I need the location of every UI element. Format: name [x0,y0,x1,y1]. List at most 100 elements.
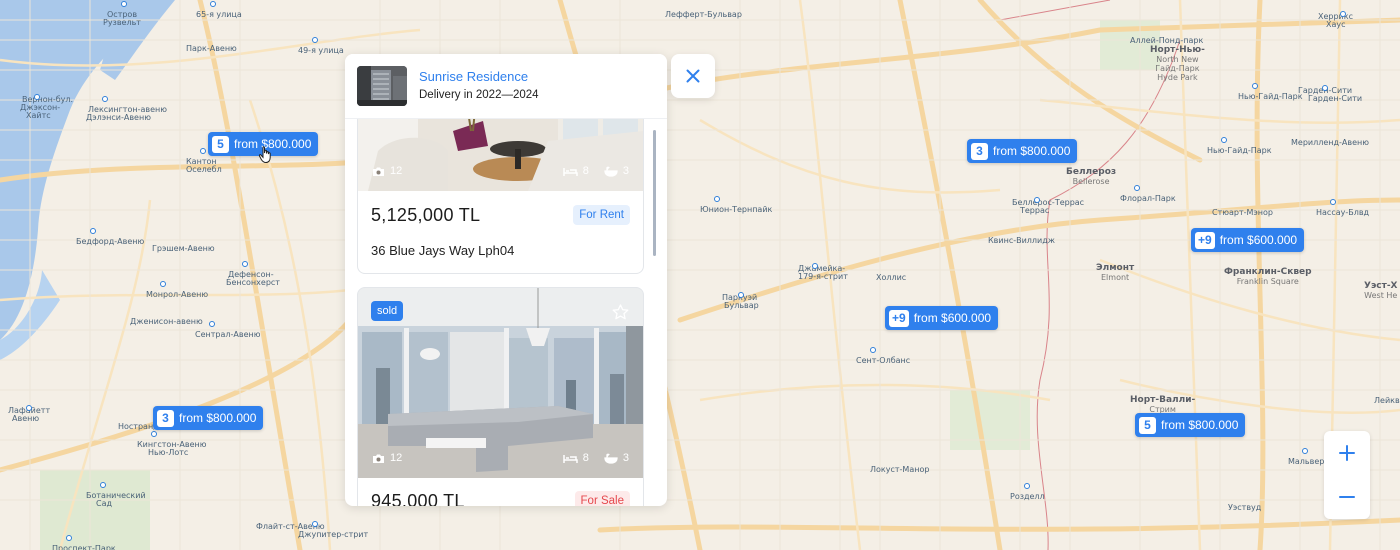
map-label: Стюарт-Мэнор [1212,208,1274,217]
map-label: Дэлэнси-Авеню [86,113,151,122]
hand-cursor-icon [258,146,271,164]
map-label: Хаус [1326,20,1346,29]
map-label: Проспект-Парк [52,544,116,550]
zoom-in-button[interactable] [1324,431,1370,475]
area-name: Беллероз [1066,167,1117,177]
panel-header: Sunrise Residence Delivery in 2022—2024 [345,54,667,118]
transit-stop-icon [812,263,818,269]
transit-stop-icon [66,535,72,541]
pin-count: 3 [157,409,174,427]
map-label: Юнион-Тернпайк [700,205,773,214]
map-label: Оселебл [186,165,222,174]
map-label: Нью-Лотс [148,448,189,457]
area-label: Норт-Нью- North New Гайд-Парк Hyde Park [1150,46,1205,83]
area-name-sub: North New [1156,55,1199,64]
map-label: Ботанический [86,491,146,500]
area-name: Норт-Валли- [1130,395,1196,405]
map-label: Гарден-Сити [1308,94,1363,103]
transit-stop-icon [151,431,157,437]
close-button[interactable] [671,54,715,98]
pin-count: 5 [212,135,229,153]
area-name-extra2: Hyde Park [1157,73,1198,82]
transit-stop-icon [1322,85,1328,91]
zoom-out-button[interactable] [1324,475,1370,519]
map-label: Аллей-Понд-парк [1130,36,1204,45]
area-label: Норт-Валли- Стрим [1130,395,1196,415]
pin-count: 3 [971,142,988,160]
map-label: Нассау-Блвд [1316,208,1370,217]
map-label: Локуст-Манор [870,465,930,474]
pin-count: +9 [889,309,909,327]
price-pin[interactable]: 5 from $800.000 [1135,413,1246,437]
area-name-sub: Franklin Square [1236,277,1299,286]
listing-price: 5,125,000 TL [371,205,481,225]
price-pin[interactable]: 3 from $800.000 [967,139,1078,163]
map-label: Авеню [12,414,40,423]
zoom-control [1324,431,1370,519]
transit-stop-icon [1221,137,1227,143]
transit-stop-icon [1302,448,1308,454]
status-badge: For Rent [573,205,630,225]
listing-list[interactable]: 12 8 3 5,125,000 TL For Rent 36 Blue Jay… [345,54,667,506]
transit-stop-icon [738,292,744,298]
map-label: Бенсонхерст [226,278,280,287]
price-pin[interactable]: +9 from $600.000 [885,306,999,330]
pin-count: +9 [1195,231,1215,249]
favorite-button[interactable] [612,304,629,325]
building-photo [357,66,407,106]
map-label: Розделл [1010,492,1045,501]
transit-stop-icon [312,37,318,43]
area-label: Элмонт Elmont [1096,263,1135,283]
bath-icon [604,166,618,177]
transit-stop-icon [100,482,106,488]
transit-stop-icon [209,321,215,327]
area-label: Уэст-Х West He [1364,281,1398,301]
pin-price: from $800.000 [1161,418,1239,432]
map-label: Джупитер-стрит [298,530,369,539]
map-label: 49-я улица [298,46,344,55]
map-label: 179-я-стрит [798,272,848,281]
bath-count: 3 [622,452,629,464]
transit-stop-icon [121,1,127,7]
area-label: Франклин-Сквер Franklin Square [1224,268,1312,287]
bed-icon [563,454,578,463]
sold-tag: sold [371,301,404,321]
map-label: Нью-Гайд-Парк [1238,92,1303,101]
price-pin[interactable]: +9 from $600.000 [1191,228,1305,252]
map-label: Нью-Гайд-Парк [1207,146,1272,155]
photo-count: 12 [390,165,403,177]
pin-price: from $600.000 [1219,233,1298,247]
map-label: Бульвар [724,301,759,310]
map-label: Грэшем-Авеню [152,244,215,253]
plus-icon [1339,445,1355,461]
map-label: Монрол-Авеню [146,290,209,299]
transit-stop-icon [90,228,96,234]
listing-price: 945,000 TL [371,491,465,506]
pin-price: from $800.000 [993,144,1071,158]
scrollbar[interactable] [653,130,656,256]
transit-stop-icon [1034,197,1040,203]
transit-stop-icon [1252,83,1258,89]
residence-title[interactable]: Sunrise Residence [419,69,528,84]
area-name: Уэст-Х [1364,281,1398,291]
minus-icon [1339,496,1355,498]
transit-stop-icon [870,347,876,353]
pin-price: from $600.000 [913,311,992,325]
star-icon [612,304,629,320]
close-icon [686,69,700,83]
area-name-sub: West He [1364,291,1398,300]
map-label: Хайтс [26,111,51,120]
photo-count: 12 [390,452,403,464]
bed-count: 8 [582,452,589,464]
pin-count: 5 [1139,416,1156,434]
price-pin[interactable]: 3 from $800.000 [153,406,264,430]
photo-meta: 12 8 3 [372,452,629,464]
transit-stop-icon [210,1,216,7]
transit-stop-icon [1330,199,1336,205]
area-name: Элмонт [1096,263,1135,273]
residence-panel: 12 8 3 5,125,000 TL For Rent 36 Blue Jay… [345,54,667,506]
listing-address: 36 Blue Jays Way Lph04 [371,243,515,258]
listing-card[interactable]: 12 8 3 sold 945,000 TL For Sale [357,287,644,506]
map-label: Квинс-Виллидж [988,236,1055,245]
area-name-sub: Elmont [1101,273,1130,282]
